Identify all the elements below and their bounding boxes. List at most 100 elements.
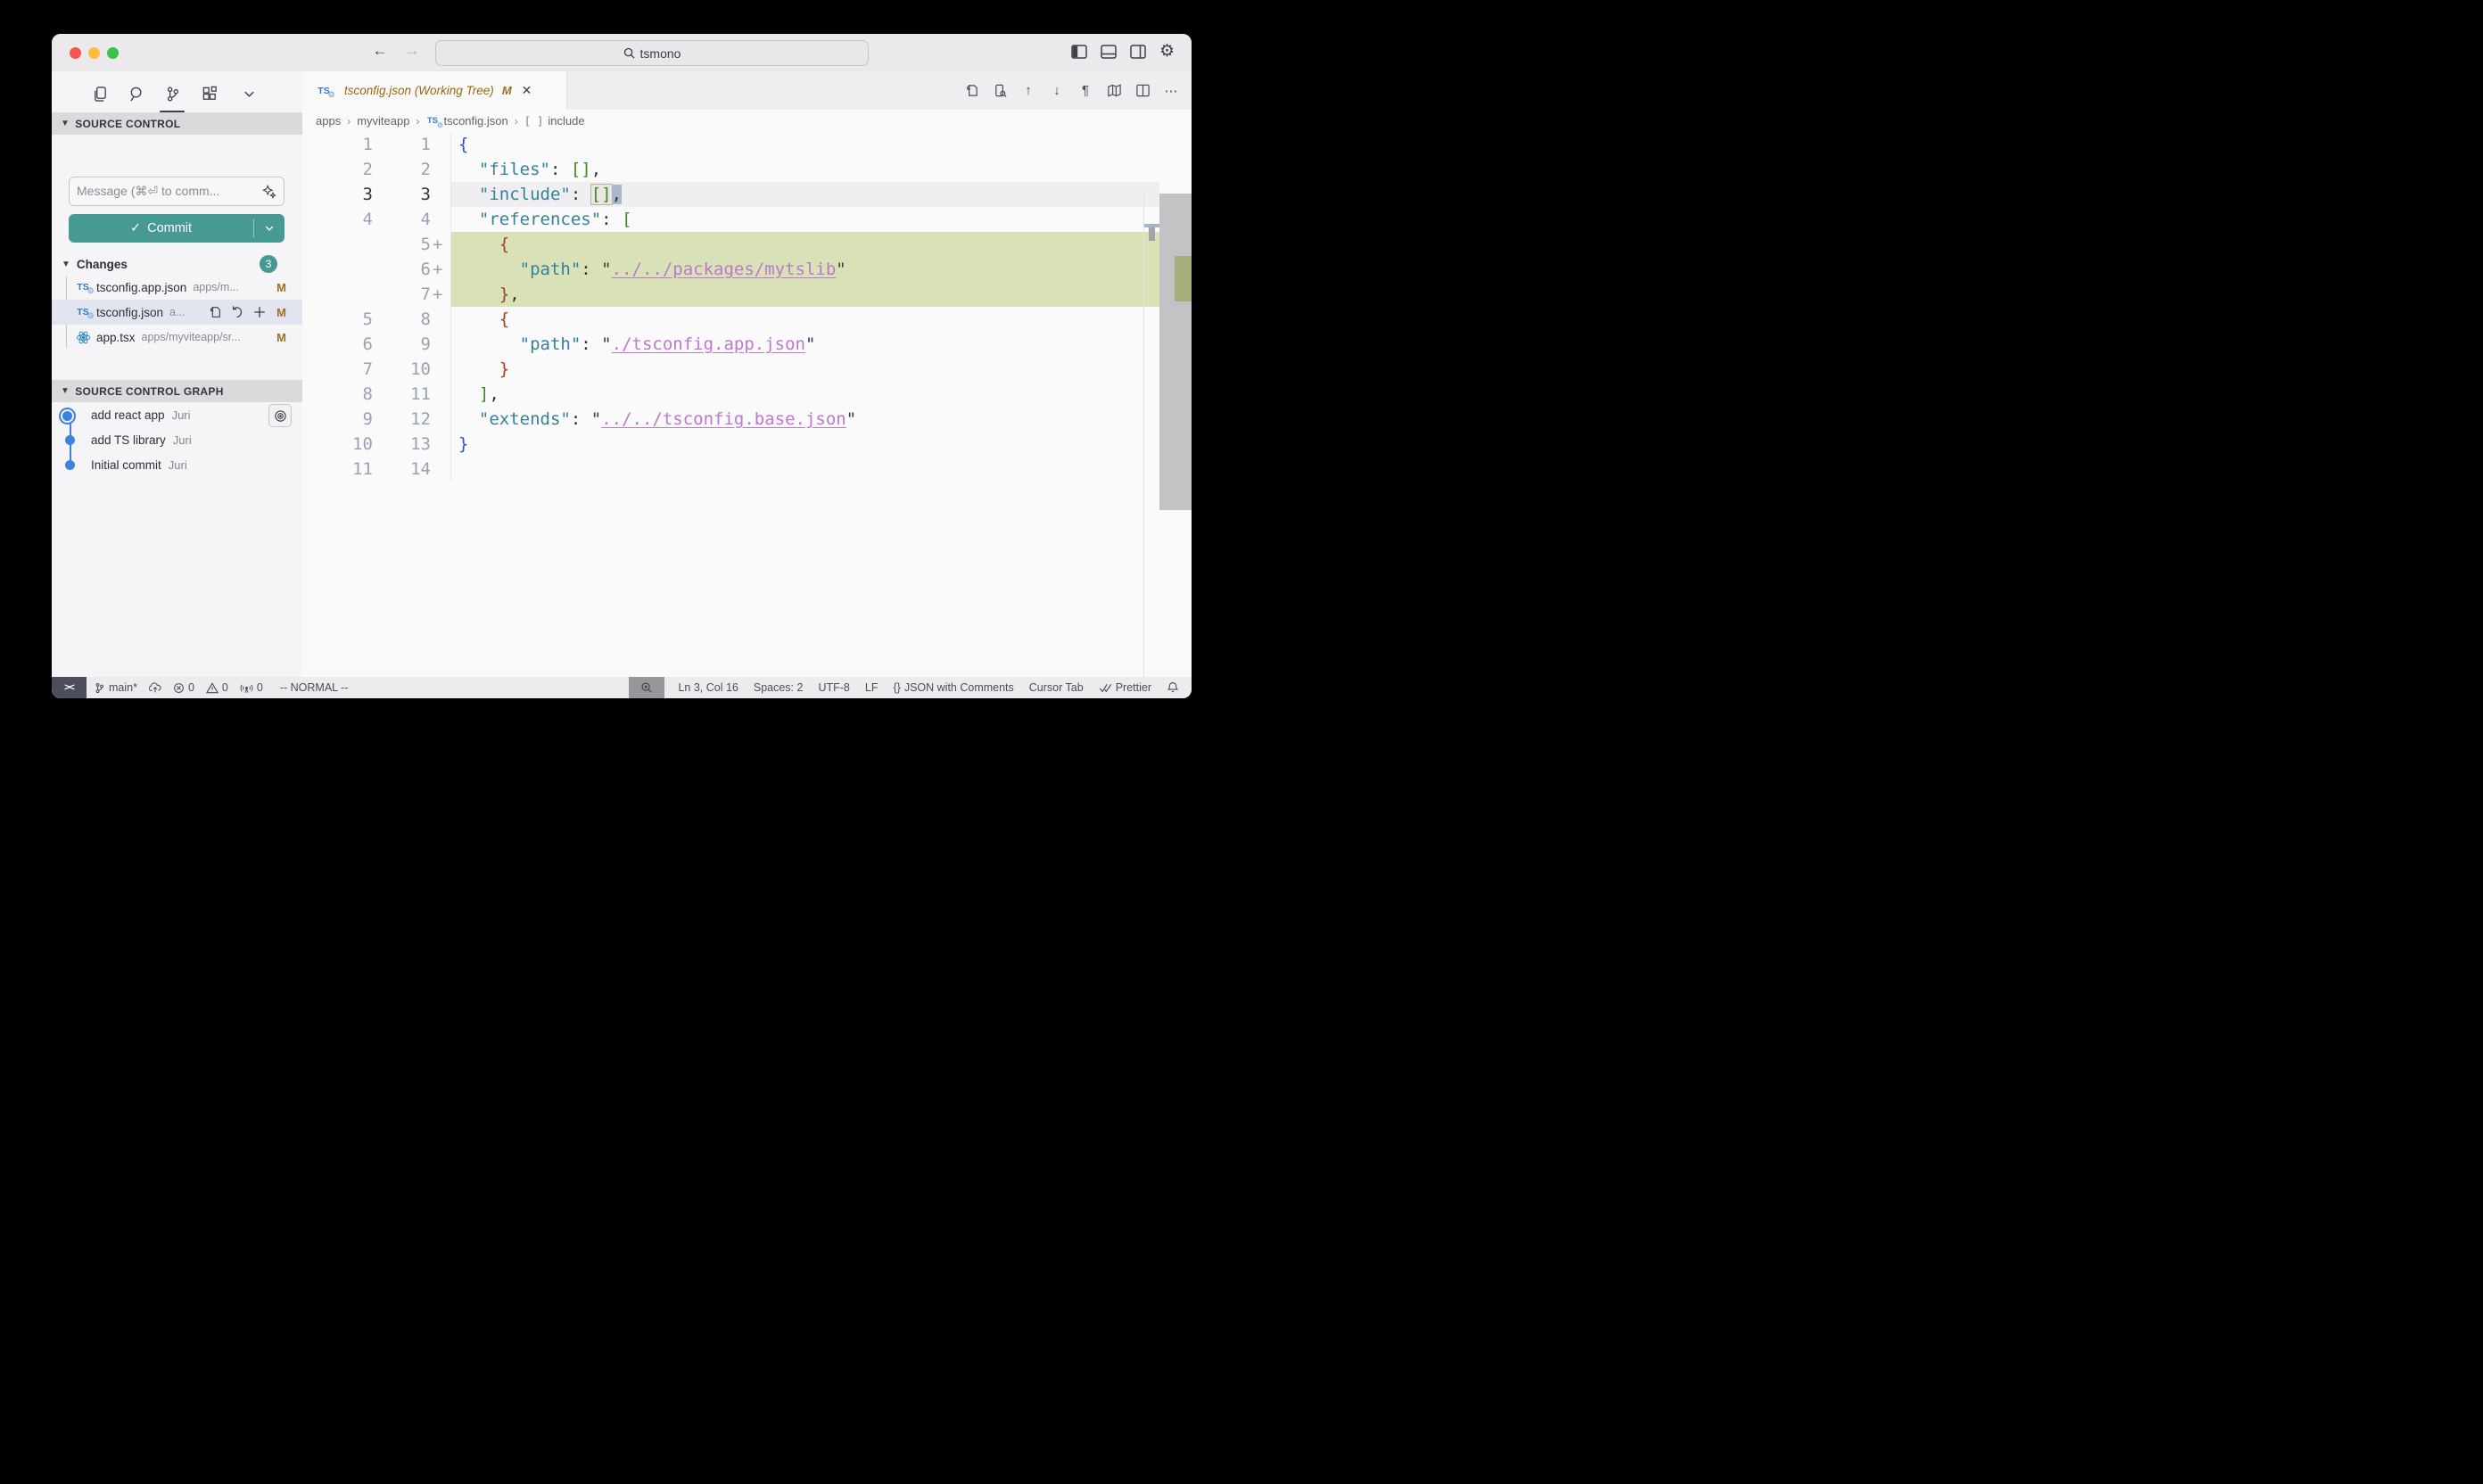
close-tab-icon[interactable]: ✕ xyxy=(522,83,532,98)
code-line[interactable]: 811 ], xyxy=(302,382,1192,407)
code-line[interactable]: 44 "references": [ xyxy=(302,207,1192,232)
commit-row[interactable]: add TS library Juri xyxy=(52,427,302,452)
commit-button[interactable]: ✓ Commit xyxy=(69,214,285,243)
goto-commit-target-icon[interactable] xyxy=(268,404,292,427)
code-line[interactable]: 1114 xyxy=(302,457,1192,482)
changes-title: Changes xyxy=(77,258,128,271)
encoding-setting[interactable]: UTF-8 xyxy=(818,681,849,694)
explorer-icon[interactable] xyxy=(88,82,111,105)
code-line[interactable]: 912 "extends": "../../tsconfig.base.json… xyxy=(302,407,1192,432)
extensions-icon[interactable] xyxy=(198,82,221,105)
toggle-primary-sidebar-icon[interactable] xyxy=(1070,43,1087,60)
code-line[interactable]: 58 { xyxy=(302,307,1192,332)
map-icon[interactable] xyxy=(1106,83,1122,99)
breadcrumb-item[interactable]: include xyxy=(548,114,584,128)
cursor-tab-indicator[interactable]: Cursor Tab xyxy=(1029,681,1084,694)
split-editor-icon[interactable] xyxy=(1134,83,1151,99)
code-line[interactable]: 6+ "path": "../../packages/mytslib" xyxy=(302,257,1192,282)
added-line-marker xyxy=(431,382,450,407)
forward-arrow-icon[interactable]: → xyxy=(401,42,423,60)
language-mode[interactable]: {} JSON with Comments xyxy=(893,681,1013,694)
open-changes-icon[interactable] xyxy=(963,83,979,99)
added-line-marker xyxy=(431,207,450,232)
braces-icon: {} xyxy=(893,681,900,694)
modified-line-number: 3 xyxy=(373,182,431,207)
sync-changes-button[interactable] xyxy=(149,682,161,694)
tab-tsconfig-working-tree[interactable]: TS⚙ tsconfig.json (Working Tree) M ✕ xyxy=(302,71,567,110)
code-line[interactable]: 5+ { xyxy=(302,232,1192,257)
back-arrow-icon[interactable]: ← xyxy=(369,42,391,60)
indentation-setting[interactable]: Spaces: 2 xyxy=(754,681,804,694)
code-text: "extends": "../../tsconfig.base.json" xyxy=(450,407,1159,432)
status-bar: >< main* 0 0 0 -- NORMAL -- xyxy=(52,677,1192,698)
source-control-view-icon[interactable] xyxy=(161,82,184,105)
modified-line-number: 13 xyxy=(373,432,431,457)
code-line[interactable]: 22 "files": [], xyxy=(302,157,1192,182)
file-path: apps/myviteapp/sr... xyxy=(142,331,241,343)
collapse-chevron-icon: ▼ xyxy=(61,386,70,396)
notifications-bell-icon[interactable] xyxy=(1167,681,1179,694)
breadcrumb-item[interactable]: apps xyxy=(316,114,341,128)
search-view-icon[interactable] xyxy=(125,82,148,105)
commit-dropdown-button[interactable] xyxy=(254,223,285,234)
commit-row[interactable]: Initial commit Juri xyxy=(52,452,302,477)
changed-file-row[interactable]: app.tsx apps/myviteapp/sr... M xyxy=(52,325,302,350)
code-line[interactable]: 710 } xyxy=(302,357,1192,382)
code-line[interactable]: 69 "path": "./tsconfig.app.json" xyxy=(302,332,1192,357)
cursor-position[interactable]: Ln 3, Col 16 xyxy=(678,681,738,694)
breadcrumb-item[interactable]: myviteapp xyxy=(357,114,409,128)
ports-count: 0 xyxy=(257,681,263,694)
added-line-marker xyxy=(431,182,450,207)
toggle-secondary-sidebar-icon[interactable] xyxy=(1129,43,1146,60)
added-line-marker xyxy=(431,157,450,182)
breadcrumb-item[interactable]: tsconfig.json xyxy=(443,114,507,128)
eol-setting[interactable]: LF xyxy=(865,681,879,694)
added-line-marker: + xyxy=(431,232,450,257)
typescript-file-icon: TS⚙ xyxy=(75,304,91,320)
commit-button-label: Commit xyxy=(147,221,192,235)
settings-gear-icon[interactable]: ⚙ xyxy=(1159,43,1176,60)
branch-name: main* xyxy=(109,681,137,694)
changed-file-row-selected[interactable]: TS⚙ tsconfig.json a... M xyxy=(52,300,302,325)
file-path: apps/m... xyxy=(193,281,238,293)
commit-row[interactable]: add react app Juri xyxy=(52,402,302,427)
remote-indicator[interactable]: >< xyxy=(52,677,87,698)
changed-file-row[interactable]: TS⚙ tsconfig.app.json apps/m... M xyxy=(52,275,302,300)
errors-indicator[interactable]: 0 xyxy=(173,681,194,694)
activity-bar xyxy=(52,77,302,112)
minimize-window-button[interactable] xyxy=(88,47,100,59)
open-file-icon[interactable] xyxy=(208,305,222,319)
code-line[interactable]: 7+ }, xyxy=(302,282,1192,307)
code-line[interactable]: 11{ xyxy=(302,132,1192,157)
command-center-search[interactable]: tsmono xyxy=(435,40,869,66)
sparkle-copilot-icon[interactable] xyxy=(262,185,276,199)
more-actions-icon[interactable]: ⋯ xyxy=(1163,83,1179,99)
toggle-panel-icon[interactable] xyxy=(1100,43,1117,60)
vertical-scrollbar[interactable] xyxy=(1159,194,1192,510)
previous-change-icon[interactable]: ↑ xyxy=(1020,83,1036,99)
formatter-indicator[interactable]: Prettier xyxy=(1099,681,1151,694)
source-control-section-header[interactable]: ▼ SOURCE CONTROL xyxy=(52,112,302,135)
code-line[interactable]: 33 "include": [], xyxy=(302,182,1192,207)
code-editor[interactable]: 11{22 "files": [],33 "include": [],44 "r… xyxy=(302,132,1192,677)
branch-indicator[interactable]: main* xyxy=(94,681,137,694)
code-lines: 11{22 "files": [],33 "include": [],44 "r… xyxy=(302,132,1192,482)
next-change-icon[interactable]: ↓ xyxy=(1049,83,1065,99)
more-views-chevron-icon[interactable] xyxy=(237,82,260,105)
vim-mode-indicator[interactable]: -- NORMAL -- xyxy=(280,681,349,694)
maximize-window-button[interactable] xyxy=(107,47,119,59)
stage-changes-icon[interactable] xyxy=(252,305,267,319)
check-icon: ✓ xyxy=(130,221,141,235)
ports-indicator[interactable]: 0 xyxy=(240,681,263,694)
open-file-preview-icon[interactable] xyxy=(992,83,1008,99)
close-window-button[interactable] xyxy=(70,47,81,59)
commit-message-input[interactable]: Message (⌘⏎ to comm... xyxy=(69,177,285,206)
discard-changes-icon[interactable] xyxy=(230,305,244,319)
source-control-graph-header[interactable]: ▼ SOURCE CONTROL GRAPH xyxy=(52,380,302,402)
changes-section-header[interactable]: ▼ Changes 3 xyxy=(52,253,302,275)
zoom-indicator[interactable] xyxy=(629,677,664,698)
modified-line-number: 6 xyxy=(373,257,431,282)
toggle-whitespace-icon[interactable]: ¶ xyxy=(1077,83,1093,99)
warnings-indicator[interactable]: 0 xyxy=(206,681,228,694)
code-line[interactable]: 1013} xyxy=(302,432,1192,457)
